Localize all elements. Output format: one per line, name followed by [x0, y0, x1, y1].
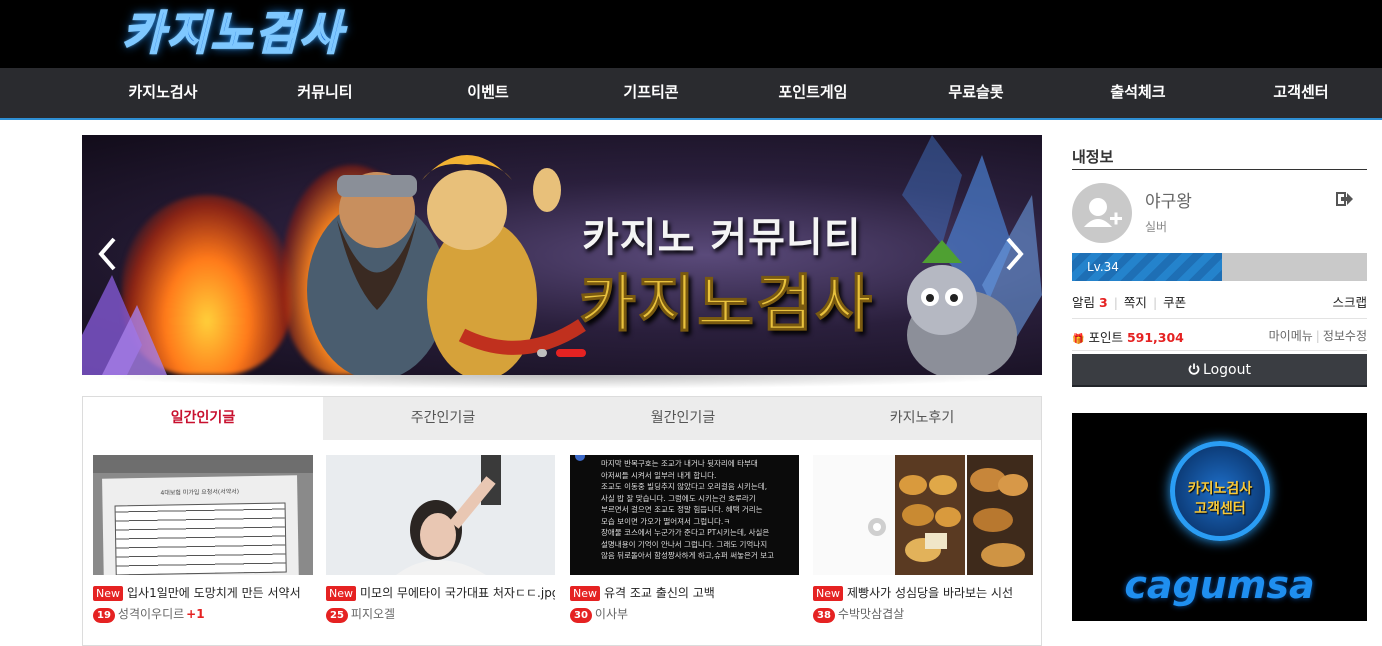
user-add-icon — [1084, 198, 1122, 227]
avatar[interactable] — [1072, 183, 1132, 243]
level-badge: 25 — [326, 608, 348, 623]
tab-monthly-popular[interactable]: 월간인기글 — [563, 397, 803, 440]
main-nav: 카지노검사 커뮤니티 이벤트 기프티콘 포인트게임 무료슬롯 출석체크 고객센터 — [0, 68, 1382, 120]
customer-center-banner[interactable]: 카지노검사 고객센터 cagumsa — [1072, 413, 1367, 621]
post-card[interactable]: 4대보험 미가입 요청서(서약서) New 입사1일만에 도망치게 만든 서약서 … — [93, 455, 313, 623]
post-card[interactable]: 마지막 반복구호는 조교가 내거나 뒷자리에 타부대 아저씨들 시켜서 일부러 … — [570, 455, 799, 623]
scrap-link[interactable]: 스크랩 — [1332, 292, 1367, 311]
nav-item-free-slot[interactable]: 무료슬롯 — [901, 68, 1051, 118]
gift-icon: 🎁 — [1072, 334, 1085, 345]
banner-next-button[interactable] — [1004, 235, 1026, 282]
logout-button[interactable]: Logout — [1072, 354, 1367, 387]
post-author[interactable]: 피지오겔 — [351, 607, 395, 621]
nav-item-attendance[interactable]: 출석체크 — [1063, 68, 1213, 118]
support-line2: 고객센터 — [1194, 501, 1246, 517]
nav-item-community[interactable]: 커뮤니티 — [250, 68, 400, 118]
user-links-row: 알림 3 | 쪽지 | 쿠폰 스크랩 — [1072, 292, 1367, 311]
support-wordmark: cagumsa — [1124, 563, 1315, 607]
level-badge: 38 — [813, 608, 835, 623]
post-thumbnail[interactable]: 4대보험 미가입 요청서(서약서) — [93, 455, 313, 575]
level-progress-bar: Lv.34 — [1072, 253, 1367, 281]
post-thumbnail[interactable] — [813, 455, 1033, 575]
nav-item-gifticon[interactable]: 기프티콘 — [576, 68, 726, 118]
power-icon — [1188, 363, 1200, 375]
post-card[interactable]: New 제빵사가 성심당을 바라보는 시선 38 수박맛삼겹살 — [813, 455, 1033, 623]
screenshot-text-line: 조교도 이동중 빌딩추지 않았다고 오리걸음 시키는데, — [601, 482, 768, 491]
post-title[interactable]: 입사1일만에 도망치게 만든 서약서 — [127, 586, 301, 600]
post-title[interactable]: 유격 조교 출신의 고백 — [604, 586, 715, 600]
comment-count: +1 — [186, 607, 205, 621]
tab-casino-reviews[interactable]: 카지노후기 — [803, 397, 1041, 440]
points-row: 🎁 포인트 591,304 마이메뉴 | 정보수정 — [1072, 329, 1367, 345]
level-badge: 30 — [570, 608, 592, 623]
user-rank: 실버 — [1145, 220, 1168, 234]
chevron-right-icon — [1006, 237, 1024, 271]
username: 야구왕 — [1145, 192, 1192, 212]
screenshot-text-line: 아저씨들 시켜서 일부러 내게 합니다. — [601, 470, 717, 480]
alerts-label: 알림 — [1072, 295, 1096, 310]
photo-illustration — [396, 455, 501, 575]
points-value: 591,304 — [1126, 330, 1184, 345]
post-thumbnail[interactable]: 마지막 반복구호는 조교가 내거나 뒷자리에 타부대 아저씨들 시켜서 일부러 … — [570, 455, 799, 575]
level-badge: 19 — [93, 608, 115, 623]
new-badge: New — [570, 586, 600, 601]
screenshot-text-line: 않음 뒤로돌아서 함성짱사하게 하고,슈퍼 써놓은거 보고 — [601, 551, 775, 560]
bread-photo-illustration — [868, 455, 1033, 575]
post-author[interactable]: 이사부 — [595, 607, 628, 621]
site-logo[interactable]: 카지노검사 — [121, 2, 344, 64]
post-author[interactable]: 수박맛삼겹살 — [838, 607, 904, 621]
divider — [1072, 169, 1367, 170]
post-title[interactable]: 미모의 무에타이 국가대표 처자ㄷㄷ.jpg — [360, 586, 555, 600]
my-info-title: 내정보 — [1072, 148, 1114, 166]
screenshot-text-line: 모습 보이면 가오가 떨어져서 그럽니다.ㅋ — [601, 516, 731, 526]
level-label: Lv.34 — [1087, 260, 1119, 274]
chevron-left-icon — [98, 237, 116, 271]
divider — [1072, 350, 1367, 351]
tab-daily-popular[interactable]: 일간인기글 — [83, 397, 323, 440]
messages-link[interactable]: 쪽지 — [1124, 295, 1147, 310]
popular-posts-panel: 일간인기글 주간인기글 월간인기글 카지노후기 4대보험 미가입 요청서(서약서… — [82, 396, 1042, 646]
screenshot-text-line: 마지막 반복구호는 조교가 내거나 뒷자리에 타부대 — [601, 459, 758, 468]
screenshot-text-line: 부르면서 걸으면 조교도 정말 힘듭니다. 혜택 거리는 — [601, 505, 763, 514]
banner-shadow — [82, 375, 1042, 389]
top-header: 카지노검사 — [0, 0, 1382, 68]
screenshot-text-line: 설명내용이 기억이 안나서 그럽니다. 그래도 기억나지 — [601, 539, 768, 549]
alerts-count: 3 — [1099, 295, 1108, 310]
banner-title: 카지노검사 — [578, 267, 875, 341]
new-badge: New — [326, 586, 356, 601]
post-title[interactable]: 제빵사가 성심당을 바라보는 시선 — [847, 586, 1013, 600]
logout-label: Logout — [1203, 362, 1251, 378]
sign-out-icon[interactable] — [1336, 190, 1354, 208]
post-author[interactable]: 성격이우디르 — [118, 607, 184, 621]
my-menu-link[interactable]: 마이메뉴 — [1269, 329, 1313, 343]
tab-weekly-popular[interactable]: 주간인기글 — [323, 397, 563, 440]
support-line1: 카지노검사 — [1187, 481, 1253, 497]
document-title: 4대보험 미가입 요청서(서약서) — [160, 488, 240, 497]
hero-banner[interactable]: 카지노 커뮤니티 카지노검사 — [82, 135, 1042, 375]
nav-item-support[interactable]: 고객센터 — [1226, 68, 1376, 118]
points-label: 포인트 — [1088, 330, 1123, 345]
new-badge: New — [813, 586, 843, 601]
nav-item-point-game[interactable]: 포인트게임 — [738, 68, 888, 118]
post-card[interactable]: New 미모의 무에타이 국가대표 처자ㄷㄷ.jpg 25 피지오겔 — [326, 455, 555, 623]
screenshot-text-line: 장애물 코스에서 누군가가 준다고 PT시키는데, 사실은 — [601, 528, 770, 537]
divider — [1072, 318, 1367, 319]
nav-item-event[interactable]: 이벤트 — [413, 68, 563, 118]
new-badge: New — [93, 586, 123, 601]
nav-item-casino-check[interactable]: 카지노검사 — [88, 68, 238, 118]
alerts-link[interactable]: 알림 3 — [1072, 295, 1108, 310]
coupons-link[interactable]: 쿠폰 — [1163, 295, 1186, 310]
slide-dot[interactable] — [537, 349, 547, 357]
slide-dot-active[interactable] — [556, 349, 586, 357]
banner-artwork — [82, 135, 1042, 375]
screenshot-text-line: 사실 밥 잘 맞습니다. 그럼에도 시키는건 호루라기 — [601, 493, 756, 503]
edit-profile-link[interactable]: 정보수정 — [1323, 329, 1367, 343]
support-badge: 카지노검사 고객센터 — [1170, 441, 1270, 541]
post-thumbnail[interactable] — [326, 455, 555, 575]
banner-prev-button[interactable] — [96, 235, 118, 282]
